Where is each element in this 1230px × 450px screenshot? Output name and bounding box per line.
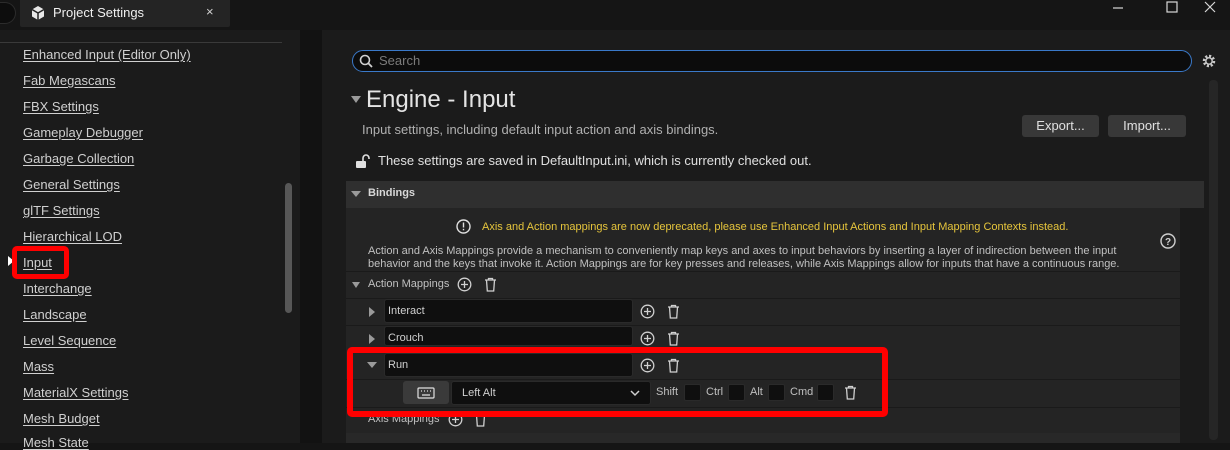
saved-notice: These settings are saved in DefaultInput…	[378, 153, 812, 168]
settings-cube-icon	[31, 6, 45, 20]
sidebar-item-fbx-settings[interactable]: FBX Settings	[23, 99, 99, 114]
clear-action-mappings-icon[interactable]	[484, 277, 497, 292]
sidebar-item-gameplay-debugger[interactable]: Gameplay Debugger	[23, 125, 143, 140]
unlocked-icon	[356, 154, 370, 168]
bindings-header[interactable]	[346, 181, 1204, 208]
sidebar-item-mass[interactable]: Mass	[23, 359, 54, 374]
panel-splitter[interactable]	[300, 30, 322, 443]
add-key-icon[interactable]	[640, 304, 655, 319]
sidebar-item-fab-megascans[interactable]: Fab Megascans	[23, 73, 116, 88]
import-button[interactable]: Import...	[1108, 115, 1186, 137]
sidebar-item-level-sequence[interactable]: Level Sequence	[23, 333, 116, 348]
deprecation-warning: Axis and Action mappings are now depreca…	[482, 221, 1069, 233]
sidebar-item-garbage-collection[interactable]: Garbage Collection	[23, 151, 134, 166]
search-input[interactable]: Search	[352, 50, 1192, 72]
search-placeholder: Search	[379, 53, 421, 68]
maximize-button[interactable]	[1152, 0, 1192, 26]
section-description: Input settings, including default input …	[362, 122, 719, 137]
sidebar-item-general-settings[interactable]: General Settings	[23, 177, 120, 192]
minimize-button[interactable]	[1098, 0, 1138, 26]
sidebar-item-enhanced-input[interactable]: Enhanced Input (Editor Only)	[23, 47, 191, 62]
export-button[interactable]: Export...	[1022, 115, 1099, 137]
action-mappings-label: Action Mappings	[368, 278, 450, 290]
bindings-collapse-icon[interactable]	[351, 191, 361, 197]
bindings-help-text: Action and Axis Mappings provide a mecha…	[368, 245, 1120, 270]
add-action-mapping-icon[interactable]	[457, 277, 472, 292]
action-mappings-collapse-icon[interactable]	[352, 282, 360, 288]
close-window-button[interactable]	[1190, 0, 1230, 26]
bindings-gutter	[1180, 208, 1204, 443]
main-scrollbar-thumb[interactable]	[1209, 80, 1218, 440]
bindings-label: Bindings	[368, 187, 416, 199]
search-icon	[359, 54, 373, 68]
axis-mapping-row	[346, 433, 1180, 443]
svg-text:?: ?	[1165, 237, 1171, 248]
tab-close-button[interactable]: ×	[206, 4, 214, 19]
sidebar-item-landscape[interactable]: Landscape	[23, 307, 87, 322]
section-collapse-icon[interactable]	[351, 96, 361, 103]
tab-title: Project Settings	[53, 5, 145, 20]
tab-project-settings[interactable]: Project Settings ×	[20, 0, 230, 27]
sidebar-item-mesh-budget[interactable]: Mesh Budget	[23, 411, 100, 426]
gear-icon[interactable]	[1200, 52, 1218, 70]
section-title: Engine - Input	[366, 86, 516, 113]
maximize-icon	[1166, 1, 1178, 13]
run-highlight-box	[347, 347, 888, 417]
input-highlight-box	[12, 246, 69, 279]
close-icon	[1204, 1, 1216, 13]
delete-action-icon[interactable]	[667, 304, 680, 319]
warning-icon	[456, 219, 471, 234]
action-name-crouch[interactable]: Crouch	[384, 326, 633, 346]
expand-interact-icon[interactable]	[369, 307, 375, 317]
sidebar-item-gltf-settings[interactable]: glTF Settings	[23, 203, 100, 218]
sidebar-scrollbar[interactable]	[285, 183, 292, 313]
expand-crouch-icon[interactable]	[369, 334, 375, 344]
action-name-interact[interactable]: Interact	[384, 299, 633, 323]
sidebar-item-interchange[interactable]: Interchange	[23, 281, 92, 296]
add-key-icon[interactable]	[640, 331, 655, 346]
sidebar-item-materialx-settings[interactable]: MaterialX Settings	[23, 385, 129, 400]
minimize-icon	[1113, 7, 1123, 9]
sidebar-divider	[0, 42, 282, 43]
help-icon[interactable]: ?	[1160, 233, 1176, 249]
row-divider	[346, 271, 1180, 272]
sidebar-item-hierarchical-lod[interactable]: Hierarchical LOD	[23, 229, 122, 244]
delete-action-icon[interactable]	[667, 331, 680, 346]
